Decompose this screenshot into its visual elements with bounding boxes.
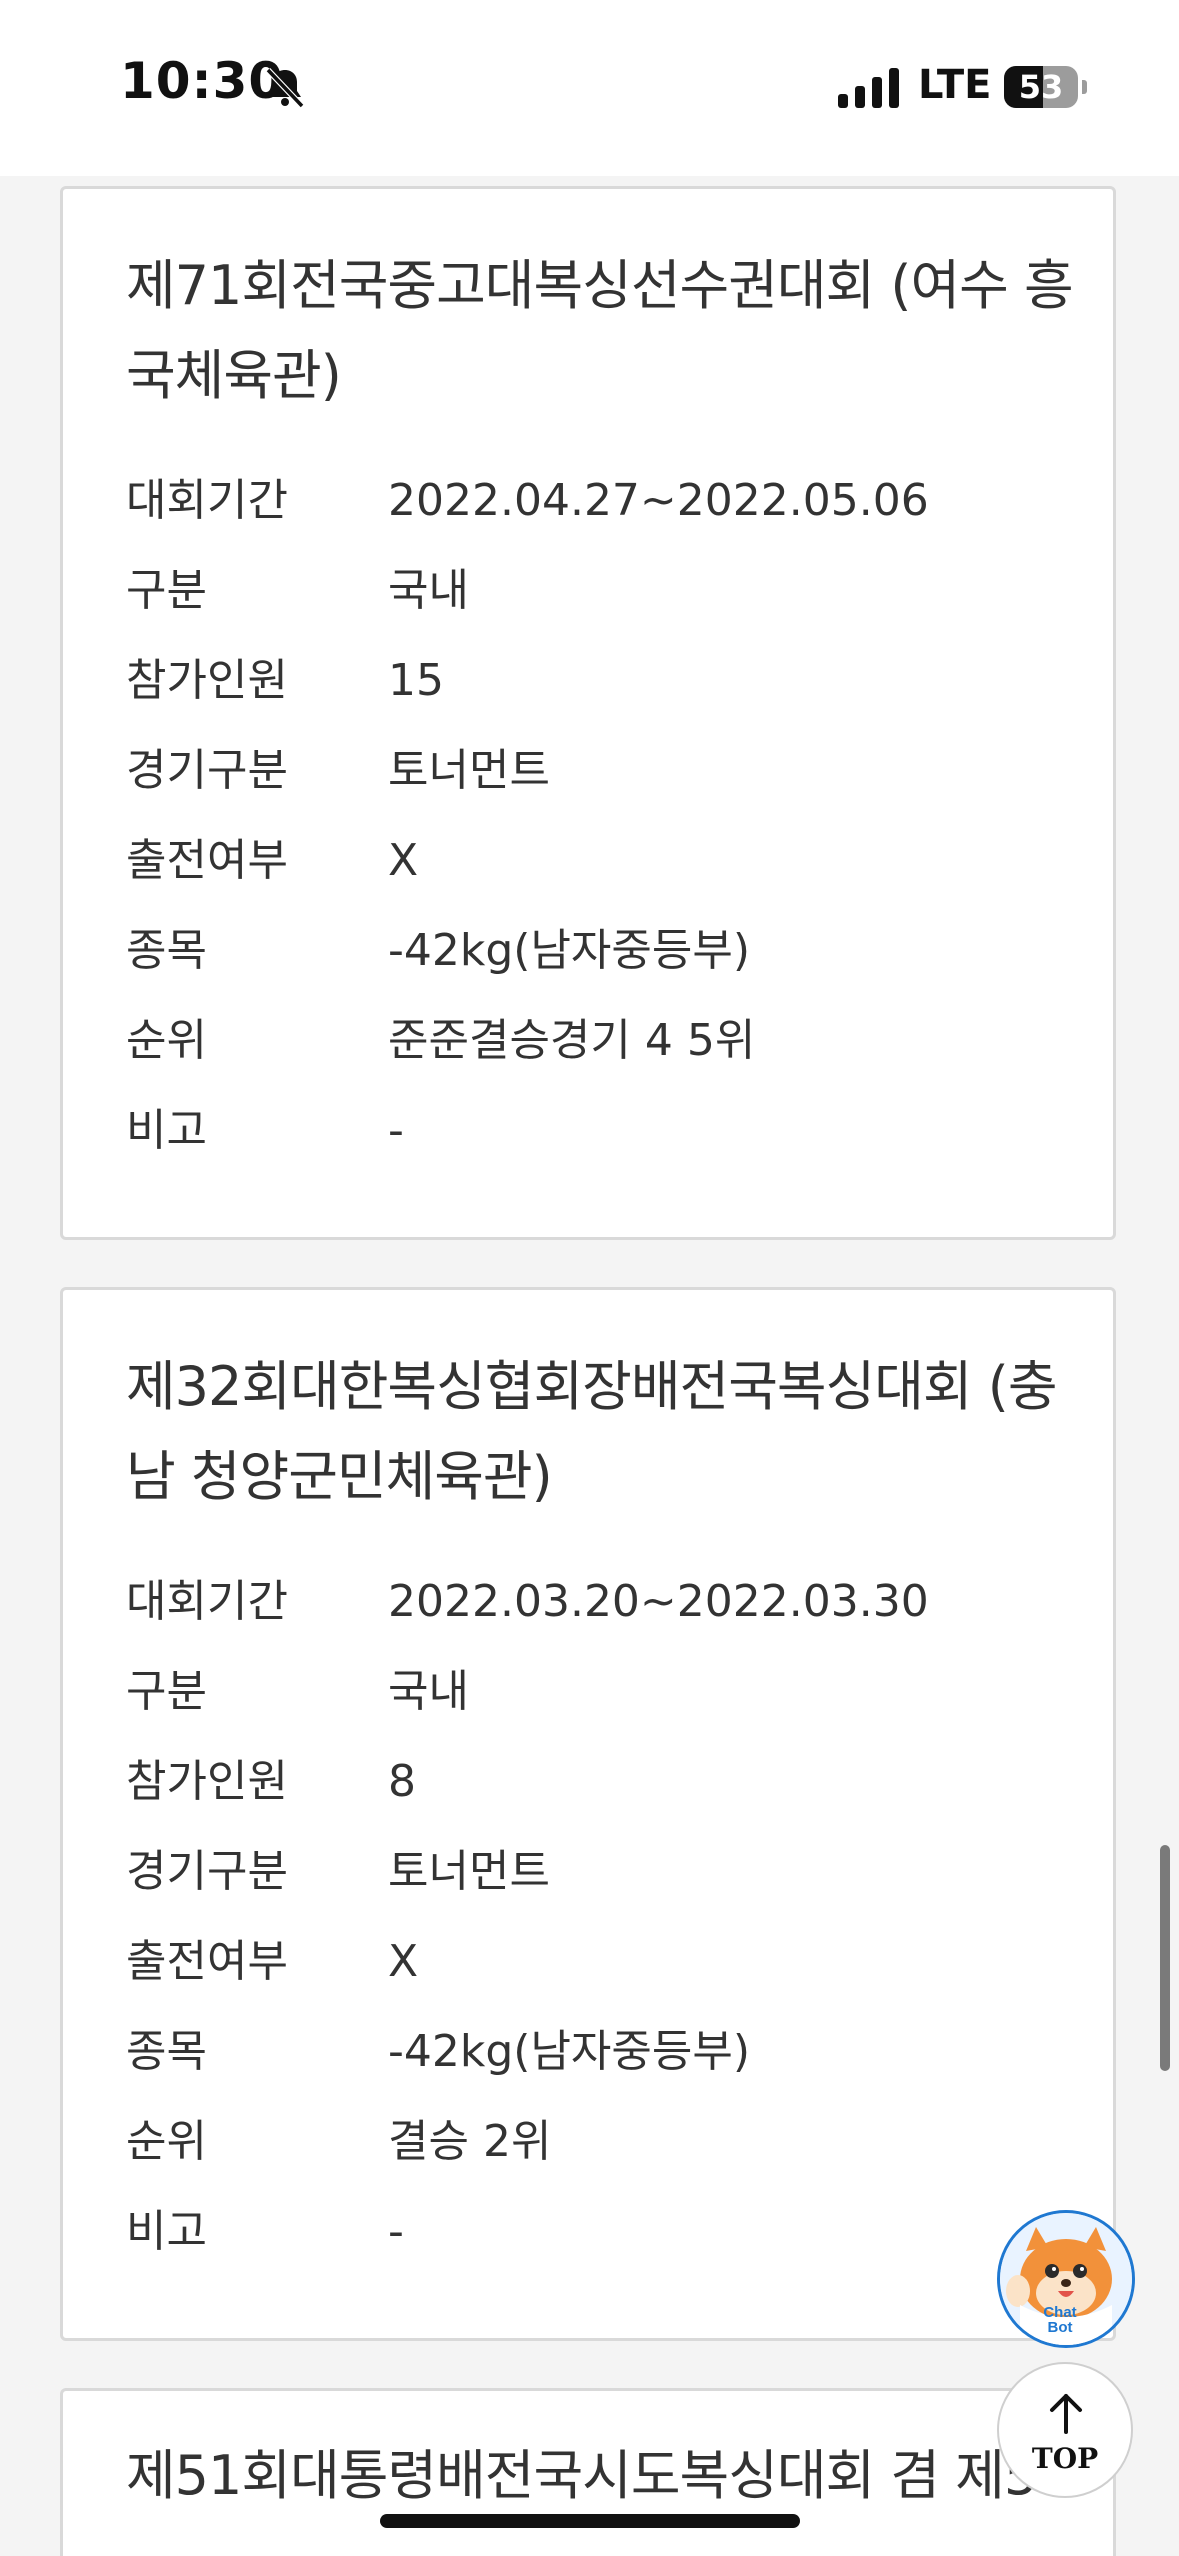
competition-title: 제51회대통령배전국시도복싱대회 겸 제50: [126, 2444, 1072, 2507]
row-label: 참가인원: [126, 1756, 288, 1807]
row-event: 종목 -42kg(남자중등부): [126, 2022, 1086, 2082]
row-event: 종목 -42kg(남자중등부): [126, 921, 1086, 981]
row-participation: 출전여부 X: [126, 831, 1086, 891]
row-period: 대회기간 2022.03.20~2022.03.30: [126, 1572, 1086, 1632]
row-category: 구분 국내: [126, 561, 1086, 621]
row-rank: 순위 준준결승경기 4 5위: [126, 1011, 1086, 1071]
row-value: X: [388, 835, 419, 886]
row-label: 비고: [126, 2206, 207, 2257]
row-value: -: [388, 1105, 404, 1156]
row-label: 참가인원: [126, 655, 288, 706]
row-participants: 참가인원 8: [126, 1752, 1086, 1812]
arrow-up-icon: [1050, 2394, 1082, 2434]
row-label: 경기구분: [126, 745, 288, 796]
competition-card: 제32회대한복싱협회장배전국복싱대회 (충남 청양군민체육관) 대회기간 202…: [60, 1287, 1116, 2341]
row-participation: 출전여부 X: [126, 1932, 1086, 1992]
chatbot-label-line2: Bot: [1047, 2319, 1073, 2336]
row-value: -42kg(남자중등부): [388, 2026, 751, 2077]
row-note: 비고 -: [126, 2202, 1086, 2262]
row-label: 출전여부: [126, 835, 288, 886]
row-participants: 참가인원 15: [126, 651, 1086, 711]
competition-card: 제51회대통령배전국시도복싱대회 겸 제50: [60, 2388, 1116, 2556]
chatbot-label: Chat Bot: [1036, 2305, 1084, 2335]
network-label: LTE: [918, 62, 992, 108]
row-label: 종목: [126, 2026, 207, 2077]
row-match-type: 경기구분 토너먼트: [126, 1842, 1086, 1902]
row-label: 순위: [126, 1015, 207, 1066]
row-period: 대회기간 2022.04.27~2022.05.06: [126, 471, 1086, 531]
chatbot-button[interactable]: Chat Bot: [997, 2210, 1135, 2348]
row-value: -42kg(남자중등부): [388, 925, 751, 976]
row-label: 구분: [126, 1666, 207, 1717]
row-label: 순위: [126, 2116, 207, 2167]
row-value: 토너먼트: [388, 1846, 550, 1897]
row-label: 종목: [126, 925, 207, 976]
row-category: 구분 국내: [126, 1662, 1086, 1722]
row-label: 대회기간: [126, 1576, 288, 1627]
row-value: 2022.04.27~2022.05.06: [388, 475, 929, 526]
battery-level: 53: [1018, 68, 1064, 106]
signal-icon: [838, 68, 899, 108]
row-value: 15: [388, 655, 444, 706]
status-time: 10:30: [120, 52, 285, 110]
bell-muted-icon: [265, 67, 305, 109]
row-note: 비고 -: [126, 1101, 1086, 1161]
top-label: TOP: [1031, 2442, 1099, 2475]
row-label: 비고: [126, 1105, 207, 1156]
status-bar: 10:30 LTE 53: [0, 0, 1179, 176]
competition-title: 제32회대한복싱협회장배전국복싱대회 (충남 청양군민체육관): [126, 1355, 1058, 1508]
row-match-type: 경기구분 토너먼트: [126, 741, 1086, 801]
row-value: 국내: [388, 1666, 469, 1717]
row-value: 2022.03.20~2022.03.30: [388, 1576, 929, 1627]
row-rank: 순위 결승 2위: [126, 2112, 1086, 2172]
competition-title: 제71회전국중고대복싱선수권대회 (여수 흥국체육관): [126, 254, 1074, 407]
row-value: X: [388, 1936, 419, 1987]
battery-icon: 53: [1004, 66, 1078, 108]
row-label: 대회기간: [126, 475, 288, 526]
row-label: 출전여부: [126, 1936, 288, 1987]
row-value: 토너먼트: [388, 745, 550, 796]
row-value: 결승 2위: [388, 2116, 552, 2167]
row-label: 경기구분: [126, 1846, 288, 1897]
scrollbar[interactable]: [1160, 1845, 1170, 2071]
competition-card: 제71회전국중고대복싱선수권대회 (여수 흥국체육관) 대회기간 2022.04…: [60, 186, 1116, 1240]
row-value: 8: [388, 1756, 416, 1807]
row-label: 구분: [126, 565, 207, 616]
row-value: 국내: [388, 565, 469, 616]
row-value: 준준결승경기 4 5위: [388, 1015, 756, 1066]
row-value: -: [388, 2206, 404, 2257]
battery-cap: [1082, 80, 1087, 94]
home-indicator[interactable]: [380, 2514, 800, 2528]
scroll-to-top-button[interactable]: TOP: [997, 2362, 1133, 2498]
